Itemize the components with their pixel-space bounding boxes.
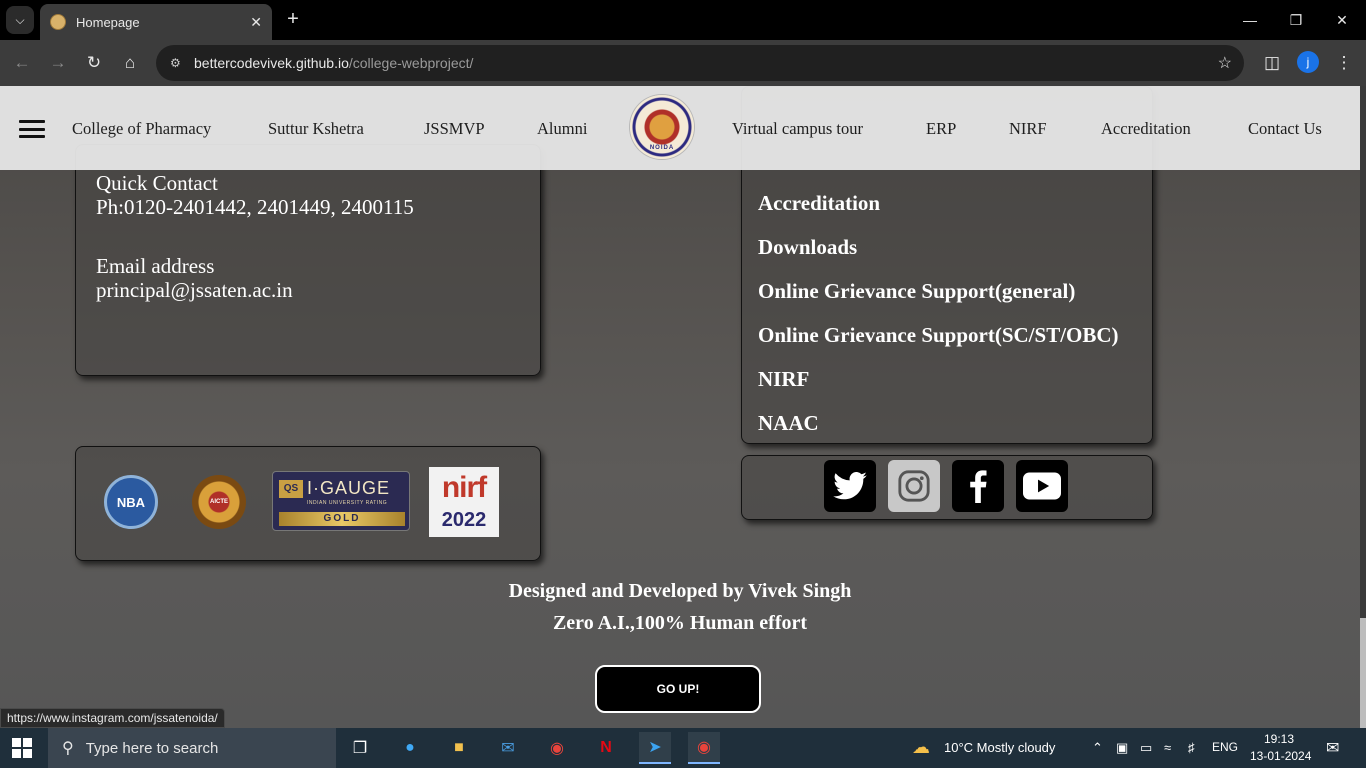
menu-kebab-icon[interactable]: ⋮	[1330, 49, 1358, 77]
link-naac[interactable]: NAAC	[758, 411, 819, 436]
chrome-icon[interactable]: ◉	[541, 732, 573, 764]
site-info-icon[interactable]: ⚙	[170, 56, 188, 70]
search-icon: ⚲	[62, 740, 74, 757]
igauge-subtitle: INDIAN UNIVERSITY RATING	[307, 500, 388, 506]
volume-icon[interactable]: ♯	[1188, 740, 1195, 755]
site-favicon-icon	[50, 14, 66, 30]
nirf-logo-text: nirf	[441, 471, 487, 504]
nav-accreditation[interactable]: Accreditation	[1101, 119, 1191, 139]
footer-credit: Designed and Developed by Vivek Singh	[508, 580, 852, 602]
web-page: Quick Contact Ph:0120-2401442, 2401449, …	[0, 86, 1366, 728]
browser-toolbar: ← → ↻ ⌂ ⚙ bettercodevivek.github.io/coll…	[0, 40, 1366, 86]
chrome-active-icon[interactable]: ◉	[688, 732, 720, 764]
link-accreditation[interactable]: Accreditation	[758, 191, 880, 216]
weather-cloud-icon[interactable]: ☁	[912, 737, 930, 758]
home-icon[interactable]: ⌂	[116, 49, 144, 77]
site-navbar: College of Pharmacy Suttur Kshetra JSSMV…	[0, 86, 1360, 170]
instagram-icon[interactable]	[888, 460, 940, 512]
badges-card: NBA AICTE QS I·GAUGE INDIAN UNIVERSITY R…	[75, 446, 541, 561]
link-nirf[interactable]: NIRF	[758, 367, 809, 392]
hamburger-menu-icon[interactable]	[19, 120, 45, 138]
phone-numbers: Ph:0120-2401442, 2401449, 2400115	[96, 195, 414, 219]
back-arrow-icon[interactable]: ←	[8, 49, 36, 77]
igauge-badge: QS I·GAUGE INDIAN UNIVERSITY RATING GOLD	[272, 471, 410, 531]
wifi-icon[interactable]: ≈	[1164, 740, 1171, 755]
scrollbar-thumb[interactable]	[1360, 618, 1366, 728]
nav-alumni[interactable]: Alumni	[537, 119, 587, 139]
clock-time[interactable]: 19:13	[1264, 732, 1294, 746]
igauge-title: I·GAUGE	[307, 478, 391, 498]
weather-text[interactable]: 10°C Mostly cloudy	[944, 740, 1055, 755]
page-scrollbar[interactable]	[1360, 86, 1366, 728]
language-indicator[interactable]: ENG	[1212, 740, 1238, 754]
link-grievance-general[interactable]: Online Grievance Support(general)	[758, 279, 1075, 304]
close-tab-icon[interactable]: ✕	[250, 14, 262, 31]
nav-jssmvp[interactable]: JSSMVP	[424, 119, 485, 139]
meet-icon[interactable]: ▣	[1116, 740, 1128, 756]
new-tab-button[interactable]: +	[282, 8, 304, 32]
nba-badge: NBA	[104, 475, 158, 529]
nav-college-of-pharmacy[interactable]: College of Pharmacy	[72, 119, 211, 139]
college-logo[interactable]: NOIDA	[630, 95, 694, 159]
youtube-icon[interactable]	[1016, 460, 1068, 512]
task-view-icon[interactable]: ❐	[344, 732, 376, 764]
file-explorer-icon[interactable]: ■	[443, 732, 475, 764]
social-card	[741, 455, 1153, 520]
igauge-tier: GOLD	[279, 512, 405, 526]
quick-contact-title: Quick Contact	[96, 171, 218, 195]
link-grievance-sc-st-obc[interactable]: Online Grievance Support(SC/ST/OBC)	[758, 323, 1119, 348]
facebook-icon[interactable]	[952, 460, 1004, 512]
nav-erp[interactable]: ERP	[926, 119, 956, 139]
restore-button[interactable]: ❐	[1276, 6, 1316, 34]
reload-icon[interactable]: ↻	[80, 49, 108, 77]
tab-title: Homepage	[76, 14, 140, 30]
clock-date[interactable]: 13-01-2024	[1250, 749, 1311, 763]
battery-icon[interactable]: ▭	[1140, 740, 1152, 756]
netflix-icon[interactable]: N	[590, 732, 622, 764]
profile-avatar[interactable]: j	[1297, 51, 1319, 73]
nirf-badge: nirf 2022	[429, 467, 499, 537]
nav-contact-us[interactable]: Contact Us	[1248, 119, 1322, 139]
footer-tagline: Zero A.I.,100% Human effort	[552, 612, 808, 634]
url-path: /college-webproject/	[348, 55, 474, 71]
twitter-icon[interactable]	[824, 460, 876, 512]
edge-icon[interactable]: ●	[394, 732, 426, 764]
nav-nirf[interactable]: NIRF	[1009, 119, 1047, 139]
link-downloads[interactable]: Downloads	[758, 235, 857, 260]
aicte-badge: AICTE	[192, 475, 246, 529]
contact-card: Quick Contact Ph:0120-2401442, 2401449, …	[75, 144, 541, 376]
windows-start-icon[interactable]	[12, 738, 32, 758]
address-bar[interactable]: ⚙ bettercodevivek.github.io/college-webp…	[156, 45, 1244, 81]
taskbar-search-placeholder: Type here to search	[85, 739, 219, 757]
status-bar-url: https://www.instagram.com/jssatenoida/	[0, 708, 225, 728]
browser-tab[interactable]: Homepage ✕	[40, 4, 272, 40]
chevron-up-icon[interactable]: ⌃	[1092, 740, 1103, 756]
taskbar-search[interactable]: ⚲ Type here to search	[48, 728, 336, 768]
bookmark-star-icon[interactable]: ☆	[1218, 53, 1232, 73]
side-panel-icon[interactable]: ◫	[1258, 49, 1286, 77]
minimize-button[interactable]: —	[1230, 6, 1270, 34]
forward-arrow-icon[interactable]: →	[44, 49, 72, 77]
browser-tab-bar: ⌵ Homepage ✕ + — ❐ ✕	[0, 0, 1366, 40]
mail-icon[interactable]: ✉	[492, 732, 524, 764]
nav-suttur-kshetra[interactable]: Suttur Kshetra	[268, 119, 364, 139]
tab-search-button[interactable]: ⌵	[6, 6, 34, 34]
qs-logo: QS	[279, 480, 303, 498]
close-window-button[interactable]: ✕	[1322, 6, 1362, 34]
logo-text: NOIDA	[649, 145, 675, 151]
email-address[interactable]: principal@jssaten.ac.in	[96, 278, 293, 302]
nav-virtual-campus-tour[interactable]: Virtual campus tour	[732, 119, 863, 139]
email-title: Email address	[96, 254, 215, 278]
go-up-button[interactable]: GO UP!	[595, 665, 761, 713]
chevron-down-icon: ⌵	[15, 12, 25, 27]
notifications-icon[interactable]: ✉	[1326, 738, 1339, 758]
url-domain: bettercodevivek.github.io	[194, 55, 349, 71]
nirf-year: 2022	[441, 509, 487, 531]
windows-taskbar: ⚲ Type here to search ❐ ● ■ ✉ ◉ N ➤ ◉ ☁ …	[0, 728, 1366, 768]
vscode-icon[interactable]: ➤	[639, 732, 671, 764]
